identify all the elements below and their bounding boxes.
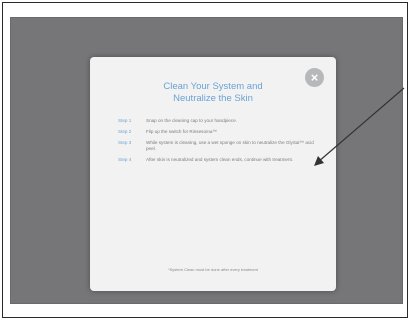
step-label: Step 1 xyxy=(118,118,132,123)
step-2: Step 2 Flip up the switch for Rinsesoma™ xyxy=(118,129,318,135)
clean-system-modal: × Clean Your System and Neutralize the S… xyxy=(90,57,336,291)
step-4: Step 4 After skin is neutralized and sys… xyxy=(118,157,318,163)
step-label: Step 2 xyxy=(118,129,132,134)
step-text: Snap on the cleaning cap to your handpie… xyxy=(146,118,237,123)
modal-title-line-1: Clean Your System and xyxy=(163,81,263,92)
step-text: While system is cleaning, use a wet spon… xyxy=(146,140,314,151)
steps-list: Step 1 Snap on the cleaning cap to your … xyxy=(118,118,318,168)
step-text: After skin is neutralized and system cle… xyxy=(146,157,294,162)
step-text: Flip up the switch for Rinsesoma™ xyxy=(146,129,217,134)
modal-title-line-2: Neutralize the Skin xyxy=(173,93,253,104)
close-icon[interactable]: × xyxy=(305,68,324,87)
step-1: Step 1 Snap on the cleaning cap to your … xyxy=(118,118,318,124)
step-label: Step 4 xyxy=(118,157,132,162)
modal-title: Clean Your System and Neutralize the Ski… xyxy=(130,81,296,105)
step-3: Step 3 While system is cleaning, use a w… xyxy=(118,140,318,152)
footnote: *System Clean must be done after every t… xyxy=(168,267,258,272)
step-label: Step 3 xyxy=(118,140,132,145)
